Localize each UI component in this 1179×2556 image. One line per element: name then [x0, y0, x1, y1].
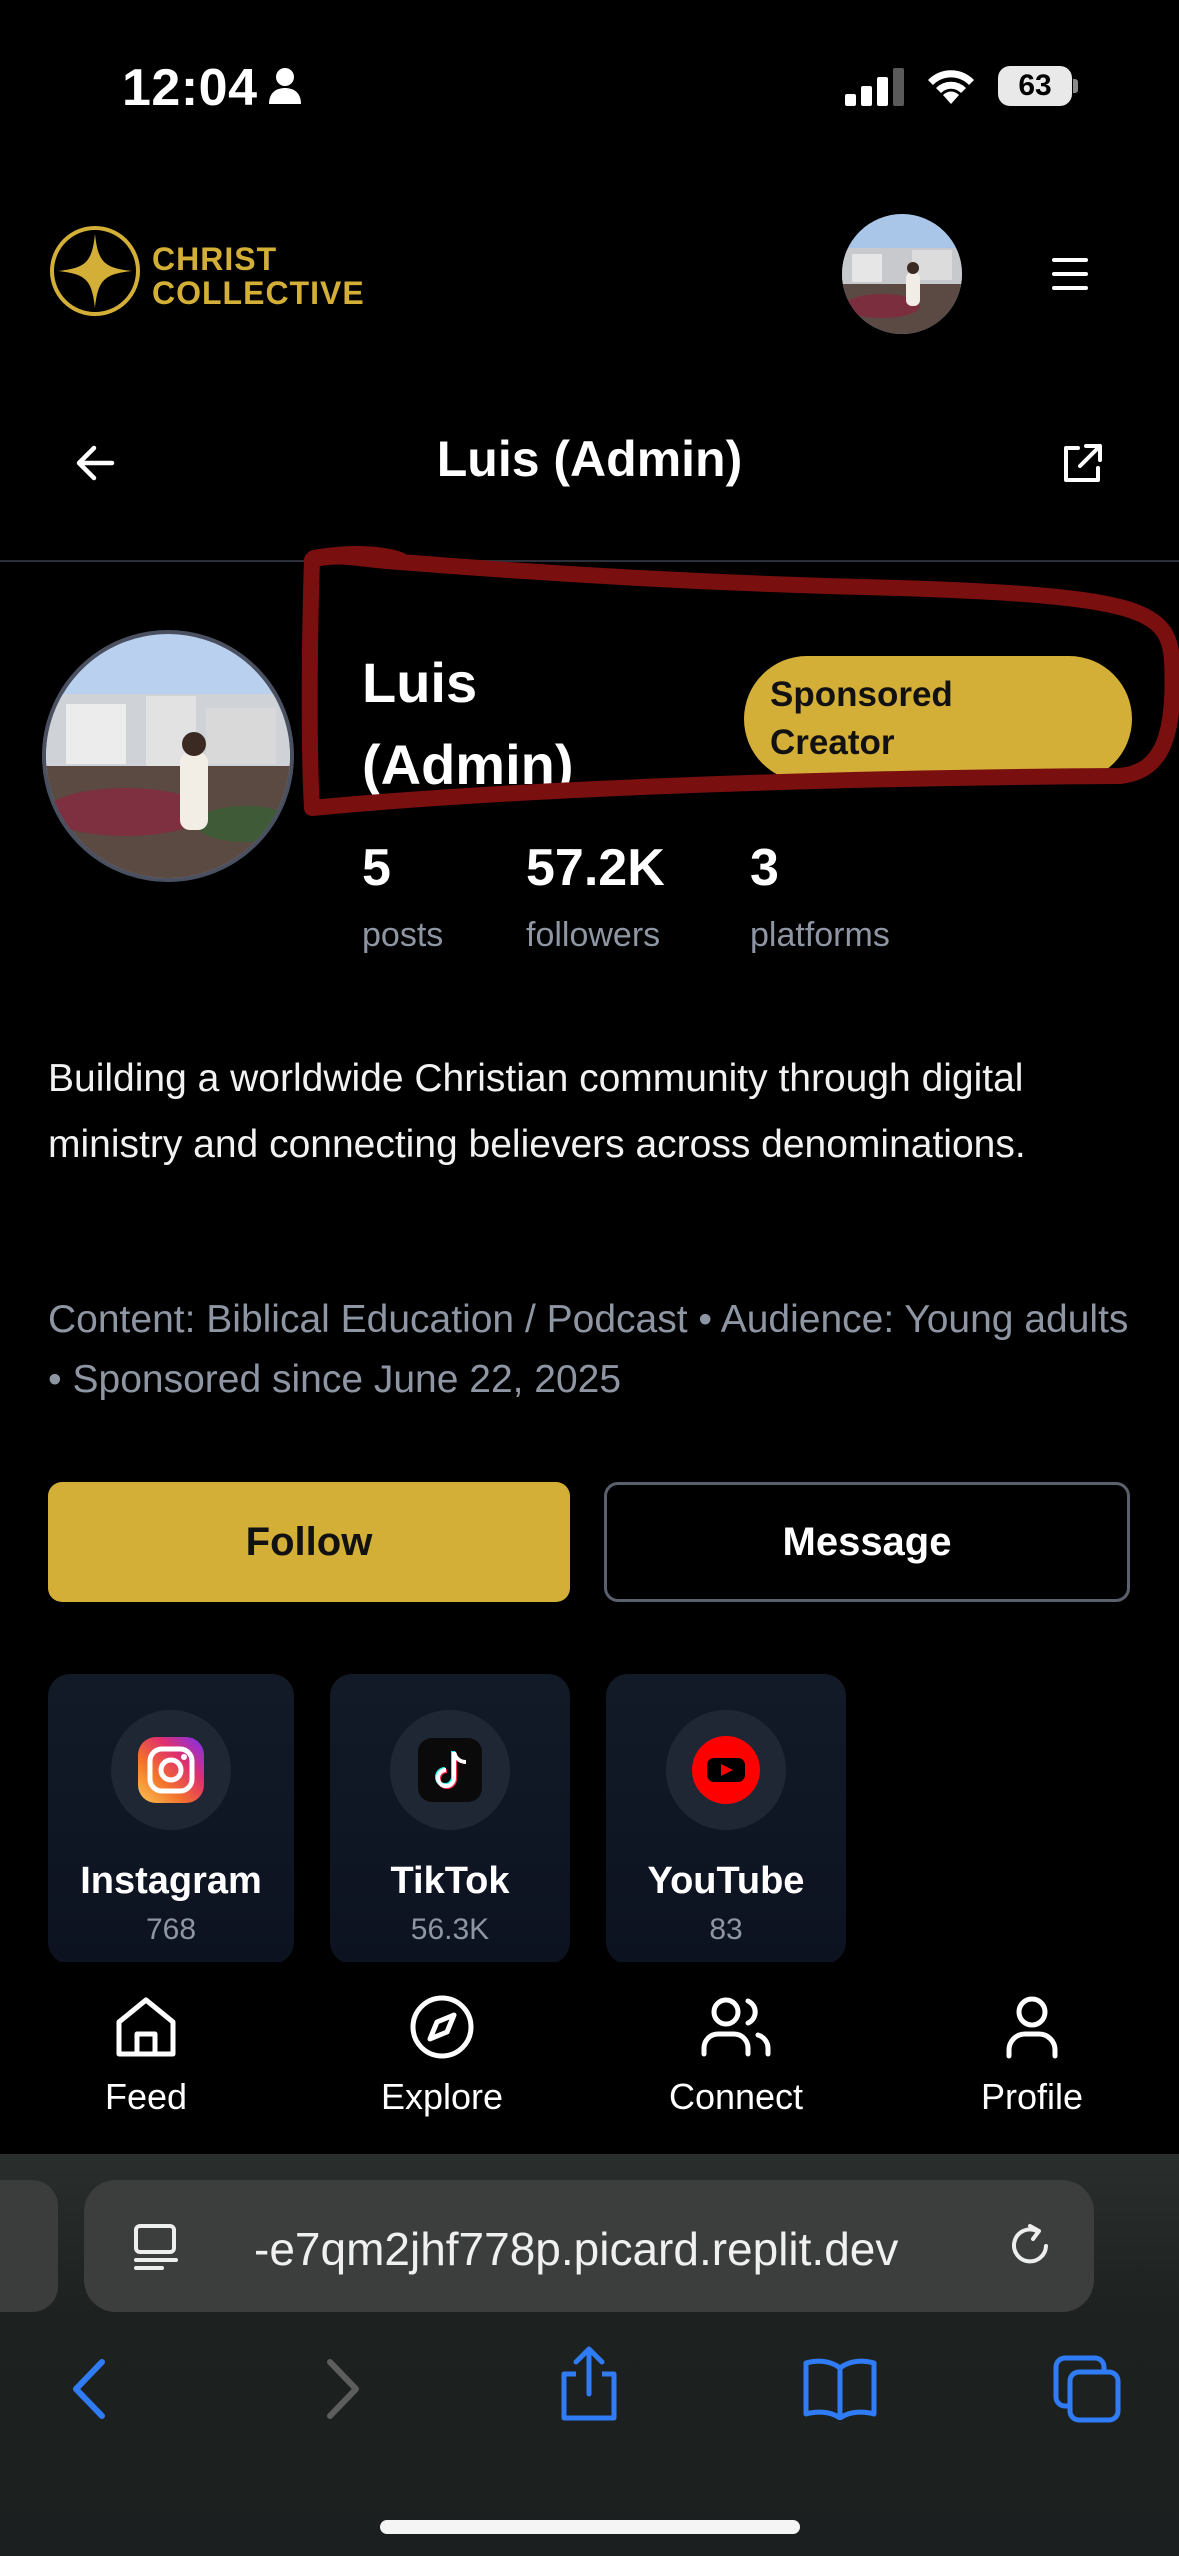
profile-bio: Building a worldwide Christian community… — [48, 1057, 1026, 1166]
external-link-icon[interactable] — [1058, 440, 1106, 488]
follow-button[interactable]: Follow — [48, 1482, 570, 1602]
users-icon — [701, 1997, 771, 2057]
browser-back-icon[interactable] — [64, 2354, 114, 2424]
stat-platforms[interactable]: 3 platforms — [750, 838, 890, 955]
header-avatar[interactable] — [842, 214, 962, 334]
platform-card-youtube[interactable]: YouTube 83 — [606, 1674, 846, 1964]
tiktok-icon — [418, 1738, 482, 1802]
share-icon[interactable] — [556, 2344, 622, 2424]
previous-tab[interactable] — [0, 2180, 58, 2312]
browser-forward-icon[interactable] — [318, 2354, 368, 2424]
user-icon — [1006, 1996, 1058, 2059]
menu-icon[interactable] — [1052, 258, 1088, 290]
stat-followers[interactable]: 57.2K followers — [526, 838, 665, 955]
url-text: -e7qm2jhf778p.picard.replit.dev — [254, 2223, 899, 2275]
app-header: CHRIST COLLECTIVE — [0, 190, 1179, 360]
nav-connect[interactable]: Connect — [626, 1992, 846, 2118]
instagram-icon — [138, 1737, 204, 1803]
brand-logo-text[interactable]: CHRIST COLLECTIVE — [152, 242, 365, 310]
status-time: 12:04 — [122, 59, 258, 117]
header-divider — [0, 560, 1179, 562]
nav-profile[interactable]: Profile — [922, 1992, 1142, 2118]
profile-avatar[interactable] — [42, 630, 294, 882]
battery-indicator: 63 — [998, 66, 1078, 106]
bookmarks-icon[interactable] — [800, 2354, 880, 2420]
platform-card-instagram[interactable]: Instagram 768 — [48, 1674, 294, 1964]
reader-mode-icon[interactable] — [132, 2222, 182, 2272]
tabs-icon[interactable] — [1052, 2354, 1124, 2424]
compass-icon — [410, 1995, 474, 2059]
nav-feed[interactable]: Feed — [36, 1992, 256, 2118]
nav-explore[interactable]: Explore — [332, 1992, 552, 2118]
battery-level: 63 — [998, 66, 1072, 106]
platform-card-tiktok[interactable]: TikTok 56.3K — [330, 1674, 570, 1964]
profile-name: Luis (Admin) — [362, 651, 574, 796]
person-icon — [269, 68, 301, 104]
status-bar: 12:04 63 — [0, 0, 1179, 175]
browser-toolbar: -e7qm2jhf778p.picard.replit.dev — [0, 2154, 1179, 2556]
cellular-signal-icon — [845, 68, 904, 106]
star-logo-icon[interactable] — [48, 224, 142, 318]
youtube-icon — [692, 1736, 760, 1804]
profile-meta: Content: Biblical Education / Podcast • … — [48, 1298, 1129, 1401]
home-icon — [116, 1997, 176, 2057]
title-bar: Luis (Admin) — [0, 400, 1179, 530]
stat-posts[interactable]: 5 posts — [362, 838, 443, 955]
wifi-icon — [928, 70, 974, 104]
page-title: Luis (Admin) — [436, 431, 743, 487]
sponsored-creator-badge: Sponsored Creator — [744, 656, 1132, 782]
bottom-navigation: Feed Explore Connect Profile — [0, 1962, 1179, 2154]
message-button[interactable]: Message — [604, 1482, 1130, 1602]
home-indicator[interactable] — [380, 2520, 800, 2534]
reload-icon[interactable] — [1004, 2220, 1056, 2272]
address-bar[interactable]: -e7qm2jhf778p.picard.replit.dev — [84, 2180, 1094, 2312]
